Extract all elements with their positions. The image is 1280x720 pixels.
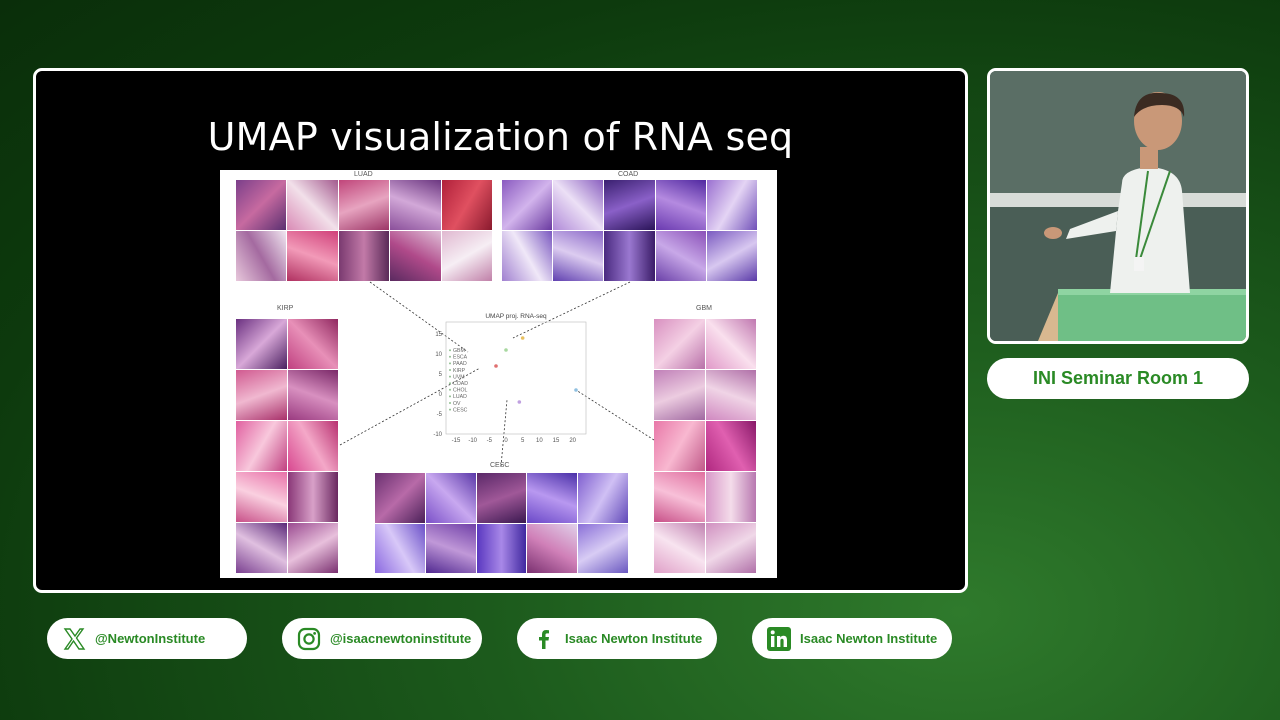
coad-tiles: [502, 180, 757, 281]
umap-point-coad-0: [520, 336, 525, 340]
umap-xtick-5: 10: [536, 438, 543, 444]
instagram-icon: [296, 626, 322, 652]
umap-figure: LUAD COAD KIRP GBM CESC UMAP proj. RNA-s…: [220, 170, 777, 578]
umap-xtick-2: -5: [487, 438, 493, 444]
umap-legend-5: COAD: [453, 381, 468, 387]
social-instagram[interactable]: @isaacnewtoninstitute: [282, 618, 482, 659]
room-label: INI Seminar Room 1: [987, 358, 1249, 399]
luad-label: LUAD: [354, 171, 373, 178]
social-linkedin[interactable]: Isaac Newton Institute: [752, 618, 952, 659]
umap-point-kirp-0: [494, 364, 498, 368]
kirp-tiles: [236, 319, 338, 573]
social-facebook[interactable]: Isaac Newton Institute: [517, 618, 717, 659]
x-logo-icon: [61, 626, 87, 652]
social-linkedin-label: Isaac Newton Institute: [800, 631, 938, 646]
umap-ytick-4: -5: [437, 412, 443, 418]
luad-tiles: [236, 180, 492, 281]
umap-legend-4: UVM: [453, 374, 465, 380]
slide-title: UMAP visualization of RNA seq: [207, 115, 794, 159]
coad-label: COAD: [618, 171, 639, 178]
umap-legend-marker-1: [449, 355, 451, 358]
umap-legend-marker-8: [449, 402, 451, 404]
umap-legend-9: CESC: [453, 407, 468, 413]
umap-legend-marker-0: [449, 349, 451, 352]
social-instagram-label: @isaacnewtoninstitute: [330, 631, 472, 646]
umap-ytick-3: 0: [439, 392, 443, 398]
luad-panel: LUAD: [236, 170, 492, 282]
facebook-icon: [531, 626, 557, 652]
umap-xtick-6: 15: [553, 438, 560, 444]
umap-legend-marker-4: [449, 375, 451, 378]
umap-legend-marker-5: [449, 382, 451, 385]
kirp-label: KIRP: [277, 305, 294, 312]
umap-legend-8: OV: [453, 401, 461, 407]
umap-svg: UMAP proj. RNA-seq -15 -10 -5 0 5 10 15 20 15 10 5 0…: [433, 313, 587, 444]
umap-xtick-4: 5: [521, 438, 525, 444]
linkedin-icon: [766, 626, 792, 652]
social-facebook-label: Isaac Newton Institute: [565, 631, 703, 646]
umap-legend-1: ESCA: [453, 355, 468, 361]
umap-ytick-1: 10: [435, 352, 442, 358]
webcam-view: [987, 68, 1249, 344]
umap-ytick-5: -10: [433, 432, 442, 438]
umap-xtick-7: 20: [569, 438, 576, 444]
gbm-label: GBM: [696, 305, 712, 312]
social-x-label: @NewtonInstitute: [95, 631, 206, 646]
umap-legend-marker-2: [449, 362, 451, 365]
gbm-tiles: [654, 319, 756, 573]
cesc-panel: CESC: [375, 459, 628, 573]
umap-legend-3: KIRP: [453, 368, 466, 374]
umap-legend-marker-6: [449, 388, 451, 391]
umap-xtick-3: 0: [504, 438, 508, 444]
cesc-tiles: [375, 473, 628, 573]
kirp-panel: KIRP: [236, 305, 338, 573]
umap-legend-2: PAAD: [453, 361, 467, 367]
umap-point-gbm-0: [574, 388, 578, 392]
social-x[interactable]: @NewtonInstitute: [47, 618, 247, 659]
slide-frame: UMAP visualization of RNA seq LUAD COAD: [33, 68, 968, 593]
umap-xtick-1: -10: [468, 438, 477, 444]
umap-point-cesc-0: [517, 400, 522, 404]
umap-legend-6: CHOL: [453, 388, 468, 394]
umap-ytick-2: 5: [439, 372, 443, 378]
umap-legend-marker-7: [449, 395, 451, 398]
umap-legend-marker-3: [449, 369, 451, 371]
umap-xtick-0: -15: [452, 438, 461, 444]
umap-legend-marker-9: [449, 408, 451, 411]
umap-ytick-0: 15: [435, 332, 442, 338]
umap-legend-0: GBM: [453, 348, 465, 354]
umap-title: UMAP proj. RNA-seq: [485, 313, 547, 320]
gbm-panel: GBM: [654, 305, 756, 573]
umap-point-luad-0: [504, 348, 508, 352]
umap-legend-7: LUAD: [453, 394, 467, 400]
coad-panel: COAD: [502, 170, 757, 282]
umap-chart: UMAP proj. RNA-seq -15 -10 -5 0 5 10 15 20 15 10 5 0…: [420, 310, 592, 470]
umap-plot-frame: [445, 321, 587, 435]
speaker-video: [990, 71, 1246, 341]
